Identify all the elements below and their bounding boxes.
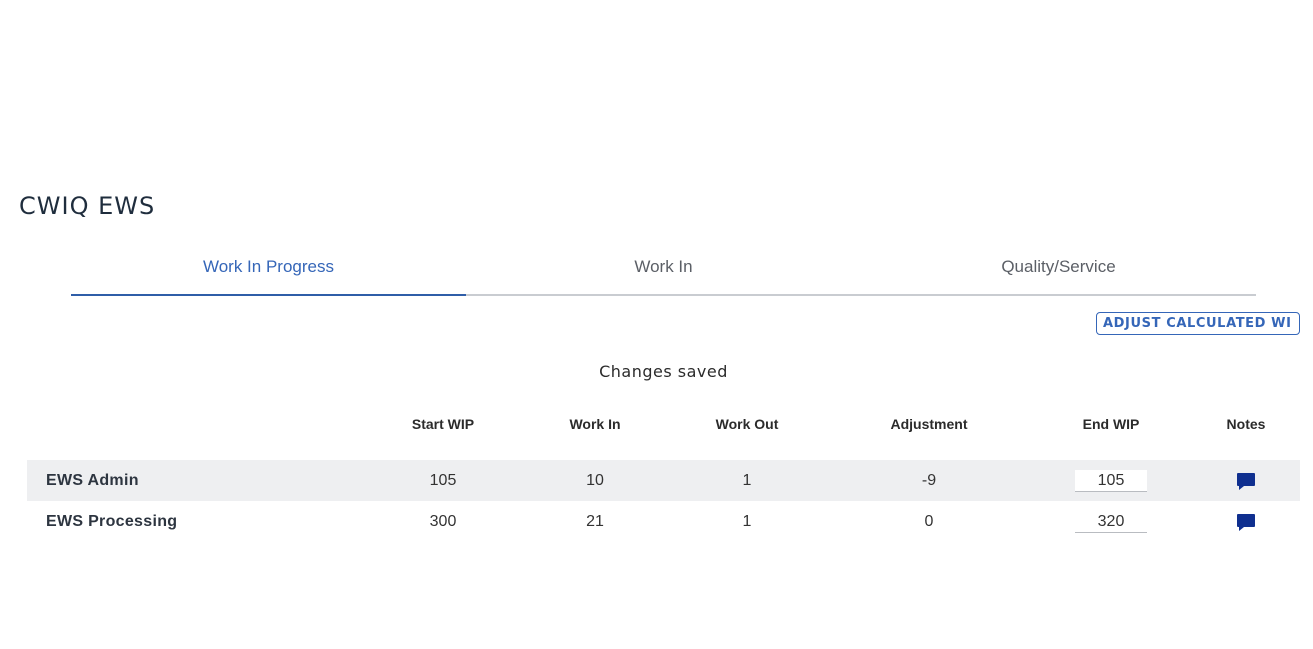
table-row: EWS Processing 300 21 1 0	[27, 501, 1300, 542]
start-wip-value: 105	[429, 472, 457, 489]
work-out-value: 1	[742, 472, 752, 489]
comment-icon[interactable]	[1236, 513, 1256, 532]
column-header-notes: Notes	[1226, 416, 1266, 432]
save-status-message: Changes saved	[599, 362, 728, 381]
start-wip-value: 300	[429, 513, 457, 530]
table-row: EWS Admin 105 10 1 -9	[27, 460, 1300, 501]
column-header-end-wip: End WIP	[1082, 416, 1140, 432]
work-out-value: 1	[742, 513, 752, 530]
page-title: CWIQ EWS	[19, 192, 156, 220]
column-header-start-wip: Start WIP	[411, 416, 475, 432]
end-wip-input[interactable]	[1075, 470, 1147, 492]
work-in-value: 10	[586, 472, 604, 489]
adjustment-value: 0	[924, 513, 934, 530]
adjust-calculated-wi-button[interactable]: ADJUST CALCULATED WI	[1096, 312, 1300, 335]
tab-work-in-progress[interactable]: Work In Progress	[71, 240, 466, 296]
tab-work-in[interactable]: Work In	[466, 240, 861, 294]
column-header-adjustment: Adjustment	[890, 416, 968, 432]
adjustment-value: -9	[921, 472, 937, 489]
end-wip-input[interactable]	[1075, 511, 1147, 533]
tab-quality-service[interactable]: Quality/Service	[861, 240, 1256, 294]
column-header-work-in: Work In	[569, 416, 621, 432]
comment-icon[interactable]	[1236, 472, 1256, 491]
row-name: EWS Admin	[46, 472, 139, 489]
tab-bar: Work In Progress Work In Quality/Service	[71, 240, 1256, 296]
column-header-work-out: Work Out	[715, 416, 779, 432]
page: CWIQ EWS Work In Progress Work In Qualit…	[0, 0, 1313, 649]
row-name: EWS Processing	[46, 513, 178, 530]
work-in-value: 21	[586, 513, 604, 530]
